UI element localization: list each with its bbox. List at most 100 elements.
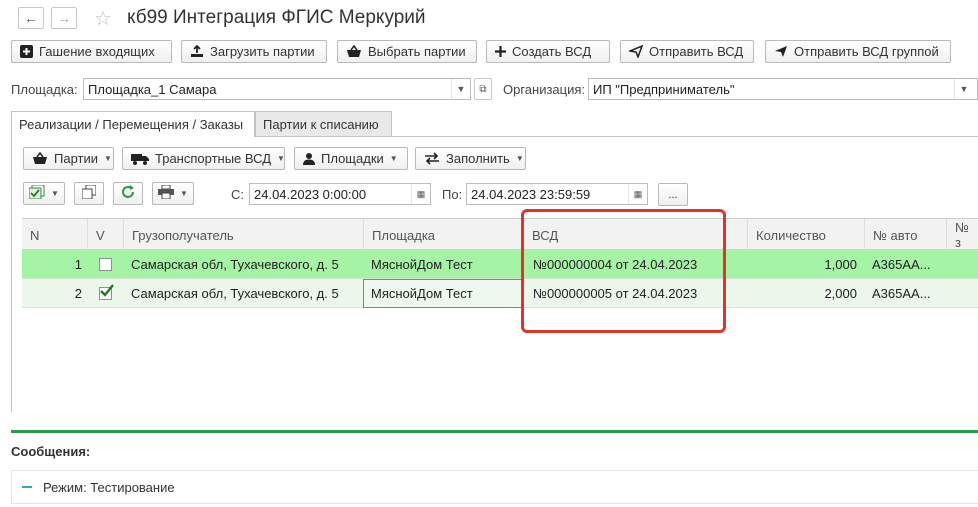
column-quantity[interactable]: Количество: [747, 219, 864, 251]
send-vsd-group-button[interactable]: Отправить ВСД группой: [765, 40, 951, 63]
tab-write-off[interactable]: Партии к списанию: [255, 111, 392, 137]
plus-square-icon: [20, 45, 33, 58]
row-quantity: 2,000: [824, 286, 857, 301]
fill-menu-label: Заполнить: [446, 151, 510, 166]
period-to-value: 24.04.2023 23:59:59: [471, 186, 591, 202]
period-from-label: С:: [231, 187, 244, 202]
swap-arrows-icon: [424, 152, 440, 165]
forward-button[interactable]: →: [51, 7, 77, 29]
period-to-label: По:: [442, 187, 463, 202]
create-vsd-label: Создать ВСД: [512, 44, 592, 59]
sites-menu-label: Площадки: [321, 151, 384, 166]
calendar-icon[interactable]: ▦: [411, 184, 430, 204]
highlight-box: [521, 209, 726, 333]
send-plane-filled-icon: [774, 45, 788, 58]
back-button[interactable]: ←: [18, 7, 44, 29]
batches-menu-button[interactable]: Партии ▼: [23, 147, 114, 170]
row-auto: А365АА...: [872, 286, 931, 301]
truck-icon: [131, 152, 149, 165]
period-more-label: ...: [668, 188, 678, 201]
period-to-input[interactable]: 24.04.2023 23:59:59 ▦: [466, 183, 648, 205]
messages-title: Сообщения:: [11, 444, 91, 459]
table-header: N V Грузополучатель Площадка ВСД Количес…: [22, 218, 978, 251]
row-checkbox[interactable]: [99, 279, 119, 308]
table-row[interactable]: 1 Самарская обл, Тухачевского, д. 5 Мясн…: [22, 250, 978, 279]
select-batches-button[interactable]: Выбрать партии: [337, 40, 477, 63]
column-label: Количество: [756, 227, 826, 243]
caret-down-icon: ▼: [104, 154, 112, 163]
incoming-repayment-label: Гашение входящих: [39, 44, 155, 59]
checkbox-group-icon: [28, 184, 45, 202]
calendar-icon[interactable]: ▦: [628, 184, 647, 204]
column-label: № авто: [873, 227, 918, 243]
open-site-button[interactable]: ⧉: [474, 78, 492, 100]
upload-icon: [190, 45, 204, 58]
transport-vsd-label: Транспортные ВСД: [155, 151, 272, 166]
basket-icon: [32, 152, 48, 165]
panel-left-border: [11, 137, 12, 412]
organization-value: ИП "Предприниматель": [593, 81, 735, 97]
caret-down-icon: ▼: [180, 189, 188, 198]
period-from-value: 24.04.2023 0:00:00: [254, 186, 367, 202]
period-select-button[interactable]: ...: [658, 183, 688, 206]
row-number: 2: [74, 286, 82, 301]
column-v[interactable]: V: [87, 219, 123, 251]
favorite-star-icon[interactable]: ☆: [94, 6, 112, 31]
column-n[interactable]: N: [22, 219, 87, 251]
messages-panel: Режим: Тестирование: [11, 470, 978, 504]
send-vsd-button[interactable]: Отправить ВСД: [620, 40, 754, 63]
table-row[interactable]: 2 Самарская обл, Тухачевского, д. 5 Мясн…: [22, 279, 978, 308]
period-from-input[interactable]: 24.04.2023 0:00:00 ▦: [249, 183, 431, 205]
fill-menu-button[interactable]: Заполнить ▼: [415, 147, 526, 170]
refresh-icon: [121, 185, 135, 202]
tab-sales-label: Реализации / Перемещения / Заказы: [19, 116, 244, 132]
column-extra[interactable]: № з: [946, 219, 978, 251]
organization-label: Организация:: [503, 82, 586, 97]
caret-down-icon: ▼: [389, 154, 398, 163]
incoming-repayment-button[interactable]: Гашение входящих: [11, 40, 172, 63]
message-item: Режим: Тестирование: [43, 480, 175, 495]
row-quantity: 1,000: [824, 257, 857, 272]
tab-write-off-label: Партии к списанию: [263, 116, 379, 132]
column-label: № з: [955, 220, 969, 250]
send-vsd-group-label: Отправить ВСД группой: [794, 44, 939, 59]
row-checkbox[interactable]: [99, 250, 119, 279]
organization-select[interactable]: ИП "Предприниматель" ▼: [588, 78, 978, 100]
print-button[interactable]: ▼: [152, 182, 194, 205]
arrow-left-icon: ←: [24, 10, 38, 26]
tab-sales[interactable]: Реализации / Перемещения / Заказы: [11, 111, 255, 137]
create-vsd-button[interactable]: Создать ВСД: [486, 40, 610, 63]
column-recipient[interactable]: Грузополучатель: [123, 219, 363, 251]
row-recipient: Самарская обл, Тухачевского, д. 5: [131, 286, 339, 301]
panel-splitter[interactable]: [11, 430, 978, 433]
basket-icon: [346, 45, 362, 58]
column-label: N: [30, 227, 40, 243]
column-label: V: [96, 227, 105, 243]
mark-all-button[interactable]: ▼: [23, 182, 65, 205]
transport-vsd-menu-button[interactable]: Транспортные ВСД ▼: [122, 147, 285, 170]
window-title: кб99 Интеграция ФГИС Меркурий: [127, 7, 426, 28]
refresh-button[interactable]: [113, 182, 143, 205]
column-site[interactable]: Площадка: [363, 219, 523, 251]
checkbox-unchecked-icon: [99, 258, 112, 271]
chevron-down-icon[interactable]: ▼: [954, 79, 973, 99]
tab-active-gap: [12, 136, 254, 137]
column-auto-number[interactable]: № авто: [864, 219, 946, 251]
site-label: Площадка:: [11, 82, 78, 97]
row-number: 1: [74, 257, 82, 272]
collapse-minus-icon[interactable]: [22, 486, 32, 488]
copy-button[interactable]: [74, 182, 104, 205]
row-site-selected-cell[interactable]: МяснойДом Тест: [363, 279, 523, 308]
row-recipient: Самарская обл, Тухачевского, д. 5: [131, 257, 339, 272]
site-select[interactable]: Площадка_1 Самара ▼: [83, 78, 471, 100]
chevron-down-icon[interactable]: ▼: [451, 79, 470, 99]
batches-menu-label: Партии: [54, 151, 98, 166]
arrow-right-icon: →: [57, 10, 71, 26]
caret-down-icon: ▼: [51, 189, 59, 198]
send-plane-icon: [629, 45, 643, 58]
load-batches-button[interactable]: Загрузить партии: [181, 40, 327, 63]
plus-icon: [495, 46, 506, 57]
printer-icon: [158, 184, 174, 202]
sites-menu-button[interactable]: Площадки ▼: [294, 147, 408, 170]
column-label: Площадка: [372, 227, 436, 243]
